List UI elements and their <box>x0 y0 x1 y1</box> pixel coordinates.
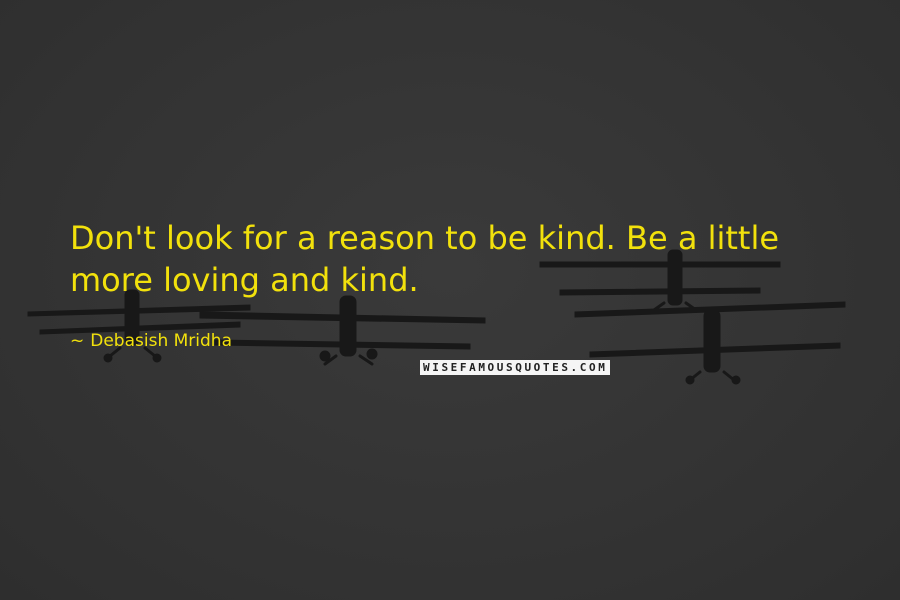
biplane-silhouette <box>574 301 846 385</box>
quote-text: Don't look for a reason to be kind. Be a… <box>70 219 780 299</box>
quote-card: Don't look for a reason to be kind. Be a… <box>0 0 900 600</box>
author-prefix: ~ <box>70 331 85 351</box>
quote-author: ~ Debasish Mridha <box>70 331 232 351</box>
watermark-logo: WISEFAMOUSQUOTES.COM <box>420 360 611 375</box>
author-name: Debasish Mridha <box>90 331 232 351</box>
